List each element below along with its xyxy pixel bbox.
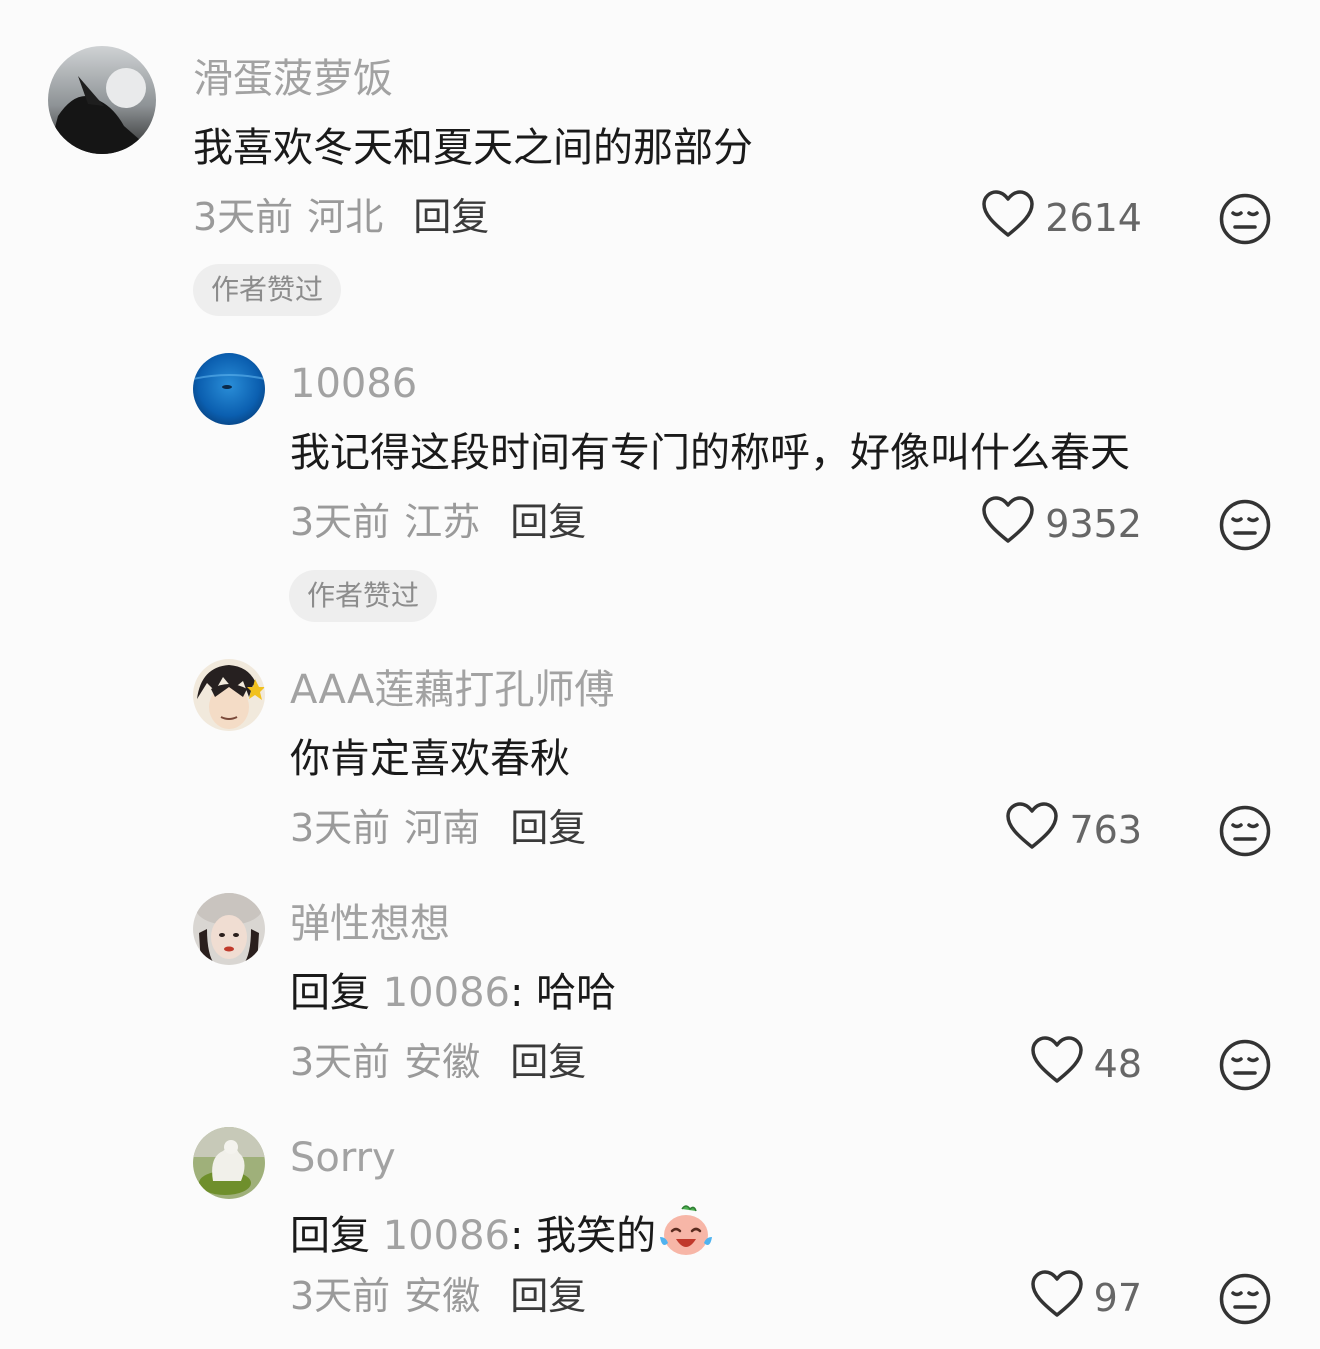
comment-location: 河北 bbox=[307, 195, 384, 239]
comment-text: 回复 10086: 我笑的 bbox=[290, 1203, 714, 1268]
neutral-face-icon[interactable] bbox=[1218, 804, 1272, 858]
comment-body: : 我笑的 bbox=[509, 1213, 657, 1259]
author-liked-badge: 作者赞过 bbox=[289, 570, 438, 622]
neutral-face-icon[interactable] bbox=[1218, 498, 1272, 552]
comment-text: 你肯定喜欢春秋 bbox=[290, 736, 570, 782]
username[interactable]: Sorry bbox=[290, 1134, 396, 1182]
comment-text: 我喜欢冬天和夏天之间的那部分 bbox=[193, 125, 753, 171]
comment-time: 3天前 bbox=[290, 500, 391, 544]
comment-location: 江苏 bbox=[404, 500, 481, 544]
comment-time: 3天前 bbox=[290, 1040, 391, 1084]
comment-body: : 哈哈 bbox=[509, 970, 617, 1016]
heart-outline-icon bbox=[981, 495, 1045, 554]
comment-meta: 3天前 河北 回复 bbox=[193, 193, 489, 241]
avatar[interactable] bbox=[193, 353, 265, 425]
like-count: 97 bbox=[1093, 1276, 1142, 1320]
avatar[interactable] bbox=[48, 46, 156, 154]
heart-outline-icon bbox=[981, 189, 1045, 248]
comment-item: 滑蛋菠萝饭 我喜欢冬天和夏天之间的那部分 3天前 河北 回复 2614 作者赞过 bbox=[0, 0, 1320, 330]
comment-text: 回复 10086: 哈哈 bbox=[290, 969, 616, 1017]
mention-link[interactable]: 10086 bbox=[383, 1213, 510, 1259]
reply-button[interactable]: 回复 bbox=[510, 1040, 586, 1084]
comment-location: 安徽 bbox=[404, 1040, 481, 1084]
reply-prefix: 回复 bbox=[290, 1213, 383, 1259]
heart-outline-icon bbox=[1030, 1269, 1094, 1328]
username[interactable]: 弹性想想 bbox=[290, 900, 450, 948]
username[interactable]: 滑蛋菠萝饭 bbox=[193, 55, 393, 103]
like-button[interactable]: 2614 bbox=[981, 189, 1142, 248]
comment-location: 安徽 bbox=[404, 1274, 481, 1318]
like-count: 763 bbox=[1069, 808, 1142, 852]
heart-outline-icon bbox=[1030, 1035, 1094, 1094]
like-button[interactable]: 763 bbox=[1005, 801, 1142, 860]
comment-meta: 3天前 江苏 回复 bbox=[290, 498, 586, 546]
comment-meta: 3天前 安徽 回复 bbox=[290, 1038, 586, 1086]
author-liked-badge: 作者赞过 bbox=[193, 264, 342, 316]
comment-text: 我记得这段时间有专门的称呼，好像叫什么春天 bbox=[290, 430, 1130, 476]
reply-button[interactable]: 回复 bbox=[413, 195, 489, 239]
comment-time: 3天前 bbox=[290, 1274, 391, 1318]
like-button[interactable]: 48 bbox=[1030, 1035, 1142, 1094]
avatar[interactable] bbox=[193, 893, 265, 965]
avatar[interactable] bbox=[193, 1127, 265, 1199]
comment-meta: 3天前 安徽 回复 bbox=[290, 1272, 586, 1320]
username[interactable]: AAA莲藕打孔师傅 bbox=[290, 666, 614, 714]
comment-location: 河南 bbox=[404, 806, 481, 850]
reply-button[interactable]: 回复 bbox=[510, 1274, 586, 1318]
username[interactable]: 10086 bbox=[290, 360, 417, 408]
like-button[interactable]: 97 bbox=[1030, 1269, 1142, 1328]
like-count: 9352 bbox=[1045, 502, 1142, 546]
like-button[interactable]: 9352 bbox=[981, 495, 1142, 554]
laughing-crying-emoji bbox=[658, 1203, 714, 1268]
neutral-face-icon[interactable] bbox=[1218, 1272, 1272, 1326]
mention-link[interactable]: 10086 bbox=[383, 970, 510, 1016]
neutral-face-icon[interactable] bbox=[1218, 1038, 1272, 1092]
comment-time: 3天前 bbox=[193, 195, 294, 239]
neutral-face-icon[interactable] bbox=[1218, 192, 1272, 246]
like-count: 48 bbox=[1093, 1042, 1142, 1086]
heart-outline-icon bbox=[1005, 801, 1069, 860]
reply-prefix: 回复 bbox=[290, 970, 383, 1016]
reply-button[interactable]: 回复 bbox=[510, 806, 586, 850]
comment-meta: 3天前 河南 回复 bbox=[290, 804, 586, 852]
reply-button[interactable]: 回复 bbox=[510, 500, 586, 544]
like-count: 2614 bbox=[1045, 196, 1142, 240]
comment-time: 3天前 bbox=[290, 806, 391, 850]
avatar[interactable] bbox=[193, 659, 265, 731]
